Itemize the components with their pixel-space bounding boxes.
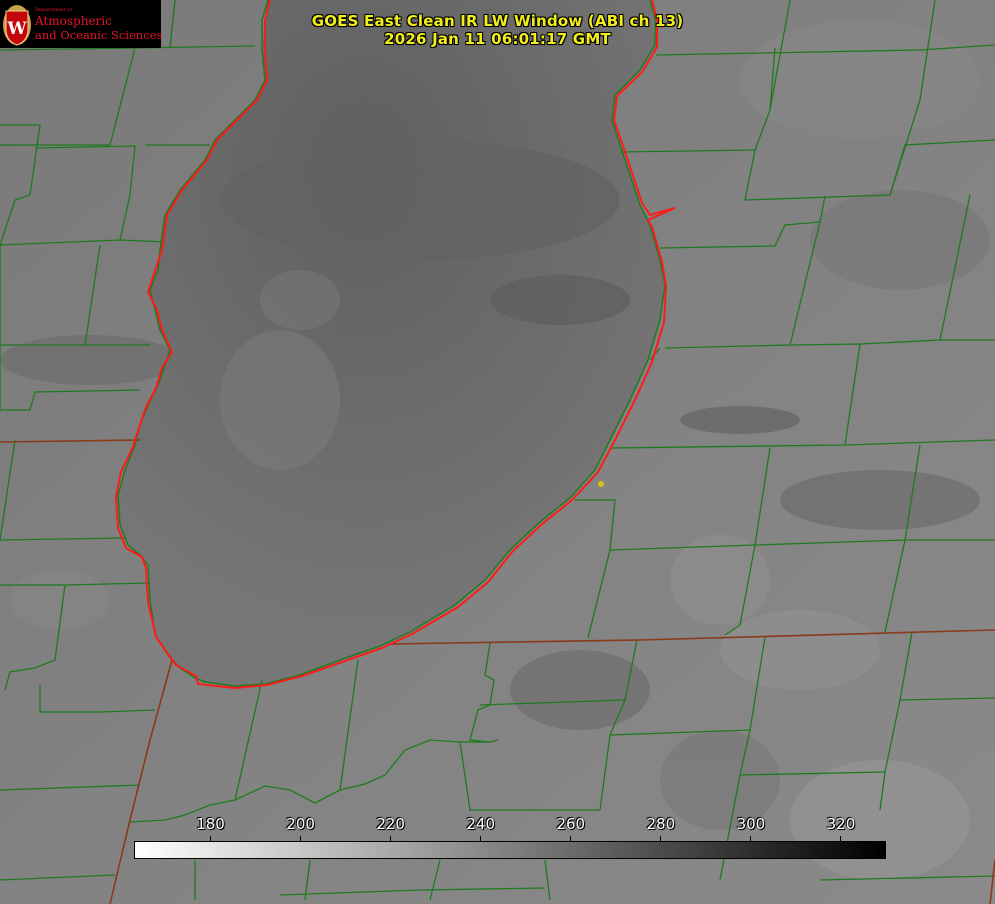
colorbar-tick-label: 240 [466, 815, 496, 833]
colorbar-tick-label: 180 [196, 815, 225, 833]
colorbar-tick-label: 260 [556, 815, 586, 833]
colorbar-tick-label: 220 [376, 815, 405, 833]
colorbar [134, 841, 886, 859]
satellite-image-viewer: W Department of Atmospheric and Oceanic … [0, 0, 995, 904]
uw-aos-logo: W Department of Atmospheric and Oceanic … [0, 0, 163, 48]
uw-crest-icon: W [3, 5, 31, 46]
logo-line-2: and Oceanic Sciences [35, 28, 163, 42]
station-marker [598, 481, 604, 487]
image-title: GOES East Clean IR LW Window (ABI ch 13) [311, 12, 684, 30]
colorbar-tick-label: 320 [826, 815, 856, 833]
logo-line-1: Atmospheric [35, 14, 112, 28]
logo-shield-letter: W [6, 19, 27, 39]
logo-department-text: Department of [35, 7, 72, 13]
satellite-map [0, 0, 995, 904]
colorbar-tick-label: 280 [646, 815, 676, 833]
colorbar-tick-label: 200 [286, 815, 315, 833]
colorbar-tick-label: 300 [736, 815, 766, 833]
image-timestamp: 2026 Jan 11 06:01:17 GMT [384, 30, 611, 48]
